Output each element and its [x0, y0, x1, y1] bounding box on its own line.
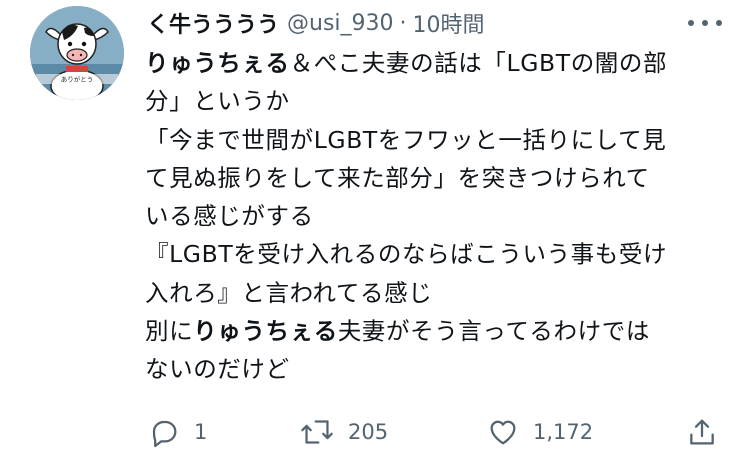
tweet-text-line: 分」というか — [145, 82, 725, 120]
tweet-header: く牛うううう @usi_930 · 10時間 — [147, 6, 485, 40]
tweet-text-segment: 夫妻がそう言ってるわけでは — [337, 317, 650, 346]
tweet-text-line: りゅうちぇる＆ぺこ夫妻の話は「LGBTの闇の部 — [145, 44, 725, 82]
tweet-text-segment: ないのだけど — [145, 355, 290, 384]
tweet: ありがとう く牛うううう @usi_930 · 10時間 りゅうちぇる＆ぺこ夫妻… — [0, 0, 750, 470]
tweet-text-segment: 『LGBTを受け入れるのならばこういう事も受け — [145, 240, 668, 269]
user-handle[interactable]: @usi_930 — [287, 11, 394, 36]
tweet-text-segment: ＆ぺこ夫妻の話は「LGBTの闇の部 — [289, 49, 668, 77]
more-options-button[interactable] — [688, 12, 722, 34]
tweet-text-line: 「今まで世間がLGBTをフワッと一括りにして見 — [145, 121, 725, 159]
tweet-body: りゅうちぇる＆ぺこ夫妻の話は「LGBTの闇の部 分」というか 「今まで世間がLGBT… — [145, 44, 725, 389]
reply-button[interactable]: 1 — [148, 410, 207, 454]
action-bar: 1 205 1,172 — [0, 410, 750, 454]
more-dot-icon — [716, 20, 722, 26]
tweet-text-line: 『LGBTを受け入れるのならばこういう事も受け — [145, 235, 725, 273]
share-icon — [690, 419, 714, 445]
timestamp[interactable]: 10時間 — [413, 7, 485, 39]
tweet-text-line: いる感じがする — [145, 197, 725, 235]
retweet-count: 205 — [348, 420, 389, 444]
mention-bold-text: りゅうちぇる — [145, 49, 290, 77]
cow-avatar-icon: ありがとう — [30, 6, 124, 100]
tweet-text-segment: 分」というか — [145, 87, 290, 116]
tweet-text-segment: いる感じがする — [145, 202, 314, 231]
heart-icon — [490, 420, 516, 445]
like-button[interactable]: 1,172 — [487, 410, 593, 454]
tweet-text-line: て見ぬ振りをして来た部分」を突きつけられて — [145, 159, 725, 197]
tweet-text-line: 別にりゅうちぇる夫妻がそう言ってるわけでは — [145, 312, 725, 350]
retweet-icon — [301, 420, 333, 444]
reply-icon — [152, 420, 177, 448]
retweet-button[interactable]: 205 — [300, 410, 388, 454]
tweet-text-segment: 入れろ』と言われてる感じ — [145, 278, 433, 307]
mention-bold-text: りゅうちぇる — [193, 317, 338, 346]
more-dot-icon — [702, 20, 708, 26]
like-count: 1,172 — [533, 420, 594, 444]
avatar[interactable]: ありがとう — [30, 6, 124, 100]
share-button[interactable] — [686, 410, 718, 454]
tweet-text-segment: 「今まで世間がLGBTをフワッと一括りにして見 — [145, 125, 667, 154]
separator-dot: · — [399, 10, 407, 36]
avatar-caption: ありがとう — [61, 75, 94, 84]
tweet-text-line: ないのだけど — [145, 350, 725, 388]
tweet-text-segment: て見ぬ振りをして来た部分」を突きつけられて — [145, 163, 650, 192]
display-name[interactable]: く牛うううう — [147, 7, 279, 39]
more-dot-icon — [688, 20, 694, 26]
tweet-text-segment: 別に — [145, 317, 194, 346]
tweet-text-line: 入れろ』と言われてる感じ — [145, 274, 725, 312]
reply-count: 1 — [194, 420, 208, 444]
